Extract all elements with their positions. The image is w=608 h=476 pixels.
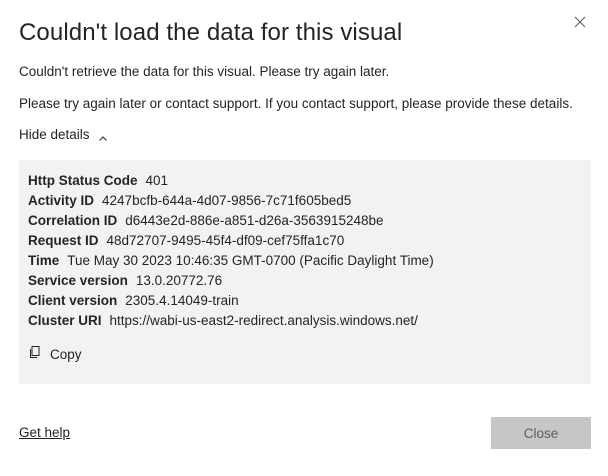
close-icon[interactable] xyxy=(574,16,590,32)
detail-key: Service version xyxy=(28,273,128,288)
error-dialog: Couldn't load the data for this visual C… xyxy=(0,0,608,476)
detail-value: 48d72707-9495-45f4-df09-cef75ffa1c70 xyxy=(106,233,345,248)
detail-key: Correlation ID xyxy=(28,213,118,228)
detail-row-activity: Activity ID 4247bcfb-644a-4d07-9856-7c71f… xyxy=(28,191,582,211)
details-panel: Http Status Code 401 Activity ID 4247bcfb-… xyxy=(19,160,591,384)
detail-key: Cluster URI xyxy=(28,313,102,328)
copy-label: Copy xyxy=(50,347,82,362)
detail-row-status: Http Status Code 401 xyxy=(28,171,582,191)
support-message: Please try again later or contact suppor… xyxy=(19,96,573,111)
detail-key: Activity ID xyxy=(28,193,95,208)
detail-value: https://wabi-us-east2-redirect.analysis.… xyxy=(109,313,418,328)
copy-icon xyxy=(28,345,42,359)
detail-key: Time xyxy=(28,253,60,268)
toggle-label: Hide details xyxy=(19,127,90,142)
detail-key: Http Status Code xyxy=(28,173,138,188)
detail-value: d6443e2d-886e-a851-d26a-3563915248be xyxy=(125,213,384,228)
detail-value: 2305.4.14049-train xyxy=(125,293,239,308)
detail-row-service-version: Service version 13.0.20772.76 xyxy=(28,271,582,291)
detail-row-time: Time Tue May 30 2023 10:46:35 GMT-0700 (P… xyxy=(28,251,582,271)
copy-button[interactable]: Copy xyxy=(28,345,82,365)
get-help-link[interactable]: Get help xyxy=(19,423,70,443)
dialog-title: Couldn't load the data for this visual xyxy=(19,19,403,46)
detail-key: Request ID xyxy=(28,233,99,248)
chevron-up-icon xyxy=(98,130,108,141)
error-message: Couldn't retrieve the data for this visu… xyxy=(19,64,390,79)
hide-details-toggle[interactable]: Hide details xyxy=(19,125,108,145)
detail-value: 4247bcfb-644a-4d07-9856-7c71f605bed5 xyxy=(102,193,352,208)
detail-row-correlation: Correlation ID d6443e2d-886e-a851-d26a-35… xyxy=(28,211,582,231)
detail-row-request: Request ID 48d72707-9495-45f4-df09-cef75f… xyxy=(28,231,582,251)
detail-row-cluster-uri: Cluster URI https://wabi-us-east2-redirec… xyxy=(28,311,582,331)
detail-row-client-version: Client version 2305.4.14049-train xyxy=(28,291,582,311)
detail-value: 401 xyxy=(145,173,169,188)
detail-value: 13.0.20772.76 xyxy=(135,273,223,288)
close-button[interactable]: Close xyxy=(491,417,591,449)
detail-key: Client version xyxy=(28,293,118,308)
detail-value: Tue May 30 2023 10:46:35 GMT-0700 (Pacif… xyxy=(67,253,434,268)
